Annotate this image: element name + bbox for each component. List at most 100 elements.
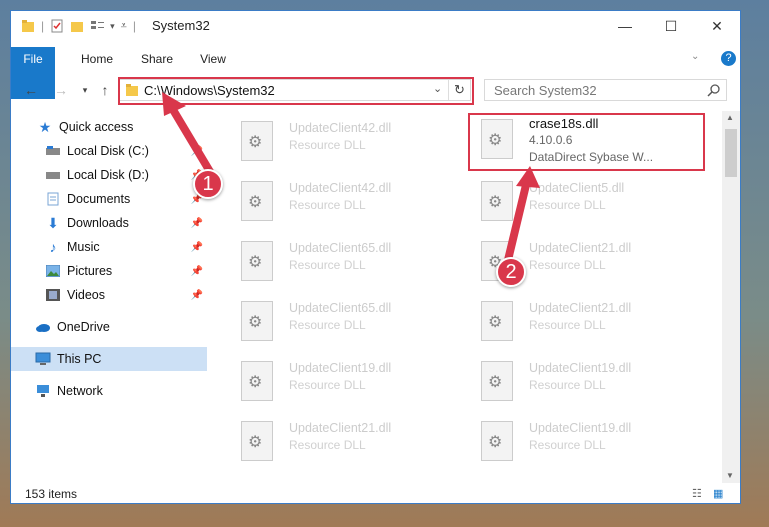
file-item[interactable]: UpdateClient65.dll Resource DLL <box>231 295 461 347</box>
dll-file-icon <box>241 181 273 221</box>
file-item[interactable]: UpdateClient19.dll Resource DLL <box>231 355 461 407</box>
tab-share[interactable]: Share <box>133 47 181 71</box>
nav-item-videos[interactable]: Videos 📌 <box>11 283 207 307</box>
nav-item-label: Quick access <box>59 120 134 134</box>
folder-icon <box>22 20 34 32</box>
file-description: Resource DLL <box>289 438 366 452</box>
tiles-view-icon[interactable]: ▦ <box>713 487 723 500</box>
chevron-down-icon[interactable]: ▾ <box>110 21 115 32</box>
details-view-icon[interactable]: ☷ <box>692 487 702 500</box>
quick-access-toolbar: | ▾ ⩡ | <box>21 18 136 34</box>
drive-icon <box>45 143 61 159</box>
file-item[interactable]: UpdateClient65.dll Resource DLL <box>231 235 461 287</box>
search-input[interactable]: Search System32 <box>494 83 597 98</box>
file-description: Resource DLL <box>529 258 606 272</box>
step-badge-2: 2 <box>496 257 526 287</box>
expand-ribbon-icon[interactable]: ⌄ <box>691 51 699 62</box>
file-description: Resource DLL <box>289 138 366 152</box>
nav-item-label: Music <box>67 240 100 254</box>
computer-icon <box>35 351 51 367</box>
pin-icon[interactable]: 📌 <box>191 266 203 277</box>
tab-home[interactable]: Home <box>73 47 121 71</box>
download-icon: ⬇ <box>47 214 59 231</box>
back-arrow-icon[interactable]: ← <box>21 80 41 100</box>
nav-item-local-disk-c[interactable]: Local Disk (C:) 📌 <box>11 139 207 163</box>
help-icon[interactable]: ? <box>721 51 736 66</box>
file-item[interactable]: UpdateClient42.dll Resource DLL <box>231 115 461 167</box>
nav-item-music[interactable]: ♪ Music 📌 <box>11 235 207 259</box>
pin-icon[interactable]: 📌 <box>191 146 203 157</box>
search-icon[interactable] <box>707 83 721 97</box>
nav-item-documents[interactable]: Documents 📌 <box>11 187 207 211</box>
dll-file-icon <box>241 241 273 281</box>
dll-file-icon <box>481 361 513 401</box>
properties-icon[interactable] <box>50 19 64 33</box>
nav-item-local-disk-d[interactable]: Local Disk (D:) 📌 <box>11 163 207 187</box>
maximize-button[interactable]: ☐ <box>648 11 694 41</box>
recent-locations-icon[interactable]: ▾ <box>75 80 95 100</box>
file-name: UpdateClient21.dll <box>529 301 632 315</box>
search-box[interactable]: Search System32 <box>484 79 727 101</box>
nav-item-label: Local Disk (C:) <box>67 144 149 158</box>
scrollbar-thumb[interactable] <box>725 129 737 177</box>
tab-view[interactable]: View <box>191 47 235 71</box>
address-highlight <box>118 77 474 105</box>
file-name: UpdateClient42.dll <box>289 121 392 135</box>
nav-item-onedrive[interactable]: OneDrive <box>11 315 207 339</box>
scroll-up-icon[interactable]: ▲ <box>726 113 734 122</box>
file-item[interactable]: UpdateClient21.dll Resource DLL <box>471 295 701 347</box>
file-description: Resource DLL <box>529 438 606 452</box>
vertical-scrollbar[interactable]: ▲ ▼ <box>722 111 740 483</box>
navigation-bar: ← → ▾ ↑ C:\Windows\System32 ⌄ ↻ Search S… <box>11 75 740 105</box>
forward-arrow-icon[interactable]: → <box>51 80 71 100</box>
nav-item-label: Documents <box>67 192 131 206</box>
item-count: 153 items <box>25 487 78 501</box>
explorer-window: | ▾ ⩡ | System32 — ☐ ✕ File Home Share V… <box>10 10 741 504</box>
nav-item-pictures[interactable]: Pictures 📌 <box>11 259 207 283</box>
music-icon: ♪ <box>49 239 57 255</box>
status-bar: 153 items ☷ ▦ <box>11 483 740 503</box>
nav-item-label: Downloads <box>67 216 129 230</box>
file-item[interactable]: UpdateClient21.dll Resource DLL <box>231 415 461 467</box>
new-folder-icon[interactable] <box>70 19 84 33</box>
pin-icon[interactable]: 📌 <box>191 218 203 229</box>
file-item[interactable]: UpdateClient19.dll Resource DLL <box>471 355 701 407</box>
scroll-down-icon[interactable]: ▼ <box>726 471 734 480</box>
file-description: Resource DLL <box>289 198 366 212</box>
close-button[interactable]: ✕ <box>694 11 740 41</box>
file-description: Resource DLL <box>289 318 366 332</box>
file-name: UpdateClient19.dll <box>529 361 632 375</box>
file-name: UpdateClient5.dll <box>529 181 625 195</box>
network-icon <box>35 383 51 399</box>
file-name: UpdateClient21.dll <box>529 241 632 255</box>
customize-toolbar-icon[interactable]: ⩡ <box>121 20 127 33</box>
window-title: System32 <box>152 18 210 33</box>
file-description: Resource DLL <box>289 258 366 272</box>
pin-icon[interactable]: 📌 <box>191 242 203 253</box>
nav-item-label: OneDrive <box>57 320 110 334</box>
step-badge-1: 1 <box>193 169 223 199</box>
documents-icon <box>45 191 61 207</box>
view-toggle-icon[interactable] <box>90 19 106 33</box>
file-item[interactable]: UpdateClient42.dll Resource DLL <box>231 175 461 227</box>
videos-icon <box>45 287 61 303</box>
pin-icon[interactable]: 📌 <box>191 290 203 301</box>
nav-item-downloads[interactable]: ⬇ Downloads 📌 <box>11 211 207 235</box>
nav-item-quick-access[interactable]: ★ Quick access <box>11 115 207 139</box>
nav-item-network[interactable]: Network <box>11 379 207 403</box>
file-name: UpdateClient65.dll <box>289 241 392 255</box>
nav-item-label: Local Disk (D:) <box>67 168 149 182</box>
navigation-pane: ★ Quick access Local Disk (C:) 📌 Local D… <box>11 111 207 483</box>
up-arrow-icon[interactable]: ↑ <box>95 80 115 100</box>
drive-icon <box>45 167 61 183</box>
file-name: UpdateClient42.dll <box>289 181 392 195</box>
dll-file-icon <box>481 181 513 221</box>
file-name: UpdateClient19.dll <box>289 361 392 375</box>
file-item[interactable]: UpdateClient19.dll Resource DLL <box>471 415 701 467</box>
file-name: UpdateClient21.dll <box>289 421 392 435</box>
nav-item-this-pc[interactable]: This PC <box>11 347 207 371</box>
minimize-button[interactable]: — <box>602 11 648 41</box>
file-item[interactable]: UpdateClient5.dll Resource DLL <box>471 175 701 227</box>
file-list: UpdateClient42.dll Resource DLL UpdateCli… <box>221 111 721 483</box>
star-icon: ★ <box>38 118 52 135</box>
